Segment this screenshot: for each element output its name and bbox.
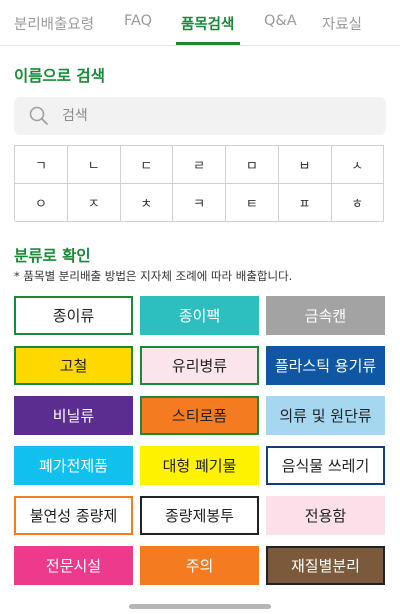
category-button[interactable]: 의류 및 원단류 [266, 396, 385, 435]
home-indicator [129, 604, 271, 609]
category-button[interactable]: 주의 [140, 546, 259, 585]
tab-resources[interactable]: 자료실 [322, 13, 362, 34]
category-button[interactable]: 전문시설 [14, 546, 133, 585]
category-button[interactable]: 스티로폼 [140, 396, 259, 435]
consonant-key[interactable]: ㅁ [225, 146, 279, 184]
consonant-index-grid: ㄱㄴㄷㄹㅁㅂㅅㅇㅈㅊㅋㅌㅍㅎ [14, 145, 385, 222]
consonant-key[interactable]: ㅋ [173, 183, 227, 222]
consonant-key[interactable]: ㄷ [120, 146, 174, 184]
consonant-key[interactable]: ㅍ [278, 183, 332, 222]
consonant-key[interactable]: ㄹ [173, 146, 227, 184]
category-button[interactable]: 고철 [14, 346, 133, 385]
search-section-title: 이름으로 검색 [14, 67, 105, 85]
category-button[interactable]: 금속캔 [266, 296, 385, 335]
consonant-key[interactable]: ㅅ [331, 146, 385, 184]
category-button[interactable]: 불연성 종량제 [14, 496, 133, 535]
category-button[interactable]: 유리병류 [140, 346, 259, 385]
category-button[interactable]: 종이류 [14, 296, 133, 335]
category-button[interactable]: 폐가전제품 [14, 446, 133, 485]
category-button[interactable]: 종이팩 [140, 296, 259, 335]
consonant-key[interactable]: ㅊ [120, 183, 174, 222]
search-box[interactable] [14, 97, 386, 135]
disposal-note: * 품목별 분리배출 방법은 지자체 조례에 따라 배출합니다. [14, 269, 293, 283]
consonant-key[interactable]: ㄱ [15, 146, 68, 184]
consonant-key[interactable]: ㅇ [15, 183, 68, 222]
category-button[interactable]: 재질별분리 [266, 546, 385, 585]
tab-item-search[interactable]: 품목검색 [181, 13, 234, 34]
search-icon [28, 105, 50, 127]
consonant-key[interactable]: ㅎ [331, 183, 385, 222]
tab-qna[interactable]: Q&A [264, 13, 297, 29]
category-button[interactable]: 음식물 쓰레기 [266, 446, 385, 485]
category-section-title: 분류로 확인 [14, 247, 91, 265]
consonant-key[interactable]: ㅈ [67, 183, 121, 222]
consonant-key[interactable]: ㅂ [278, 146, 332, 184]
category-button[interactable]: 전용함 [266, 496, 385, 535]
category-button[interactable]: 대형 폐기물 [140, 446, 259, 485]
tab-faq[interactable]: FAQ [124, 13, 152, 29]
category-button[interactable]: 플라스틱 용기류 [266, 346, 385, 385]
top-tab-bar: 분리배출요령 FAQ 품목검색 Q&A 자료실 [0, 0, 400, 46]
consonant-key[interactable]: ㅌ [225, 183, 279, 222]
category-button[interactable]: 종량제봉투 [140, 496, 259, 535]
tab-disposal-guide[interactable]: 분리배출요령 [14, 13, 94, 34]
search-input[interactable] [62, 97, 372, 135]
consonant-key[interactable]: ㄴ [67, 146, 121, 184]
category-button[interactable]: 비닐류 [14, 396, 133, 435]
active-tab-indicator [176, 42, 240, 45]
